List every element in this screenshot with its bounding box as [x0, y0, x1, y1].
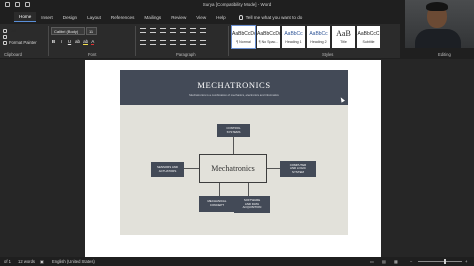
webcam-person-body	[415, 29, 461, 48]
tell-me-text: Tell me what you want to do	[245, 14, 303, 20]
editing-label: Editing	[438, 52, 451, 57]
underline-button[interactable]: U	[67, 39, 72, 45]
paintbrush-icon	[3, 41, 7, 45]
justify-icon[interactable]	[170, 40, 176, 45]
scissors-icon	[3, 29, 7, 33]
clipboard-label: Clipboard	[4, 52, 22, 57]
shading-icon[interactable]	[190, 40, 196, 45]
page-count[interactable]: of 1	[4, 257, 11, 266]
slide-subtitle: Mechatronics is a combination of mechani…	[189, 93, 279, 97]
sort-icon[interactable]	[190, 28, 196, 33]
multilevel-list-icon[interactable]	[160, 28, 166, 33]
node-sensors-actuators: SENSORS AND ACTUATORS	[151, 162, 184, 177]
bold-button[interactable]: B	[51, 39, 56, 45]
slide-title: MECHATRONICS	[197, 80, 271, 90]
web-layout-icon[interactable]: ▦	[394, 257, 398, 266]
read-mode-icon[interactable]: ▭	[370, 257, 374, 266]
webcam-person-hair	[426, 2, 448, 11]
node-computer-logic: COMPUTER AND LOGIC SYSTEM	[280, 161, 316, 177]
zoom-out-icon[interactable]: −	[410, 257, 412, 266]
status-bar: of 1 12 words ▣ English (United States) …	[0, 257, 474, 266]
tab-insert[interactable]: Insert	[36, 13, 58, 22]
zoom-in-icon[interactable]: +	[465, 257, 467, 266]
clipboard-group: Cut Format Painter	[3, 27, 37, 47]
align-right-icon[interactable]	[160, 40, 166, 45]
style-heading-1[interactable]: AaBbCc Heading 1	[282, 26, 305, 48]
styles-gallery: AaBbCcDc ¶ Normal AaBbCcDc ¶ No Spac... …	[231, 25, 380, 49]
align-left-icon[interactable]	[140, 40, 146, 45]
proofing-icon[interactable]: ▣	[40, 257, 44, 266]
node-software-data: SOFTWARE AND DATA ACQUISITION	[234, 196, 270, 213]
decrease-indent-icon[interactable]	[170, 28, 176, 33]
tab-references[interactable]: References	[106, 13, 140, 22]
font-size-box[interactable]: 11	[86, 27, 97, 35]
strikethrough-button[interactable]: ab	[75, 39, 80, 45]
line-spacing-icon[interactable]	[180, 40, 186, 45]
tab-mailings[interactable]: Mailings	[139, 13, 166, 22]
word-count[interactable]: 12 words	[18, 257, 35, 266]
show-marks-icon[interactable]	[200, 28, 206, 33]
zoom-slider[interactable]	[418, 259, 462, 264]
language[interactable]: English (United States)	[52, 257, 95, 266]
mechatronics-diagram-image[interactable]: MECHATRONICS Mechatronics is a combinati…	[120, 70, 348, 235]
style-subtitle[interactable]: AaBbCcC Subtitle	[357, 26, 380, 48]
zoom-slider-knob[interactable]	[444, 259, 446, 264]
tab-design[interactable]: Design	[58, 13, 82, 22]
paragraph-row-1	[140, 28, 206, 33]
font-name-box[interactable]: Calibri (Body)	[51, 27, 85, 35]
connector-bottom-right	[248, 183, 249, 197]
node-mechanical-concept: MECHANICAL CONCEPT	[199, 196, 235, 212]
tab-view[interactable]: View	[191, 13, 211, 22]
title-bar: Surya [Compatibility Mode] - Word	[0, 0, 474, 10]
align-center-icon[interactable]	[150, 40, 156, 45]
webcam-overlay	[405, 0, 474, 48]
copy-icon	[3, 35, 7, 39]
tell-me-box[interactable]: Tell me what you want to do	[238, 14, 303, 20]
window-title: Surya [Compatibility Mode] - Word	[202, 2, 272, 7]
font-color-button[interactable]: A	[91, 39, 95, 45]
paragraph-label: Paragraph	[176, 52, 196, 57]
tab-help[interactable]: Help	[211, 13, 230, 22]
ribbon-tabs: Home Insert Design Layout References Mai…	[0, 11, 474, 23]
print-layout-icon[interactable]: ▤	[382, 257, 386, 266]
ribbon-group-labels: Clipboard Font Paragraph Styles Editing	[0, 51, 474, 59]
format-painter-button[interactable]: Format Painter	[3, 39, 37, 47]
node-control-systems: CONTROL SYSTEMS	[217, 124, 250, 137]
connector-bottom-left	[219, 183, 220, 197]
bullets-icon[interactable]	[140, 28, 146, 33]
slide-header: MECHATRONICS Mechatronics is a combinati…	[120, 70, 348, 105]
increase-indent-icon[interactable]	[180, 28, 186, 33]
style-title[interactable]: AaB Title	[332, 26, 355, 48]
styles-label: Styles	[322, 52, 334, 57]
word-window: Surya [Compatibility Mode] - Word Home I…	[0, 0, 474, 266]
paragraph-row-2	[140, 40, 206, 45]
tab-home[interactable]: Home	[14, 12, 37, 22]
tab-file[interactable]	[4, 15, 14, 19]
style-normal[interactable]: AaBbCcDc ¶ Normal	[231, 25, 256, 49]
italic-button[interactable]: I	[59, 39, 64, 45]
style-heading-2[interactable]: AaBbCc Heading 2	[307, 26, 330, 48]
node-mechatronics: Mechatronics	[199, 154, 267, 183]
highlight-color-button[interactable]: ab	[83, 39, 89, 45]
borders-icon[interactable]	[200, 40, 206, 45]
font-format-row: B I U ab ab A	[51, 39, 95, 45]
lightbulb-icon	[238, 14, 243, 20]
font-label: Font	[88, 52, 97, 57]
tab-layout[interactable]: Layout	[82, 13, 106, 22]
numbering-icon[interactable]	[150, 28, 156, 33]
connector-top	[233, 136, 234, 154]
tab-review[interactable]: Review	[166, 13, 191, 22]
style-no-spacing[interactable]: AaBbCcDc ¶ No Spac...	[257, 26, 281, 48]
cut-button[interactable]: Cut	[3, 27, 37, 35]
